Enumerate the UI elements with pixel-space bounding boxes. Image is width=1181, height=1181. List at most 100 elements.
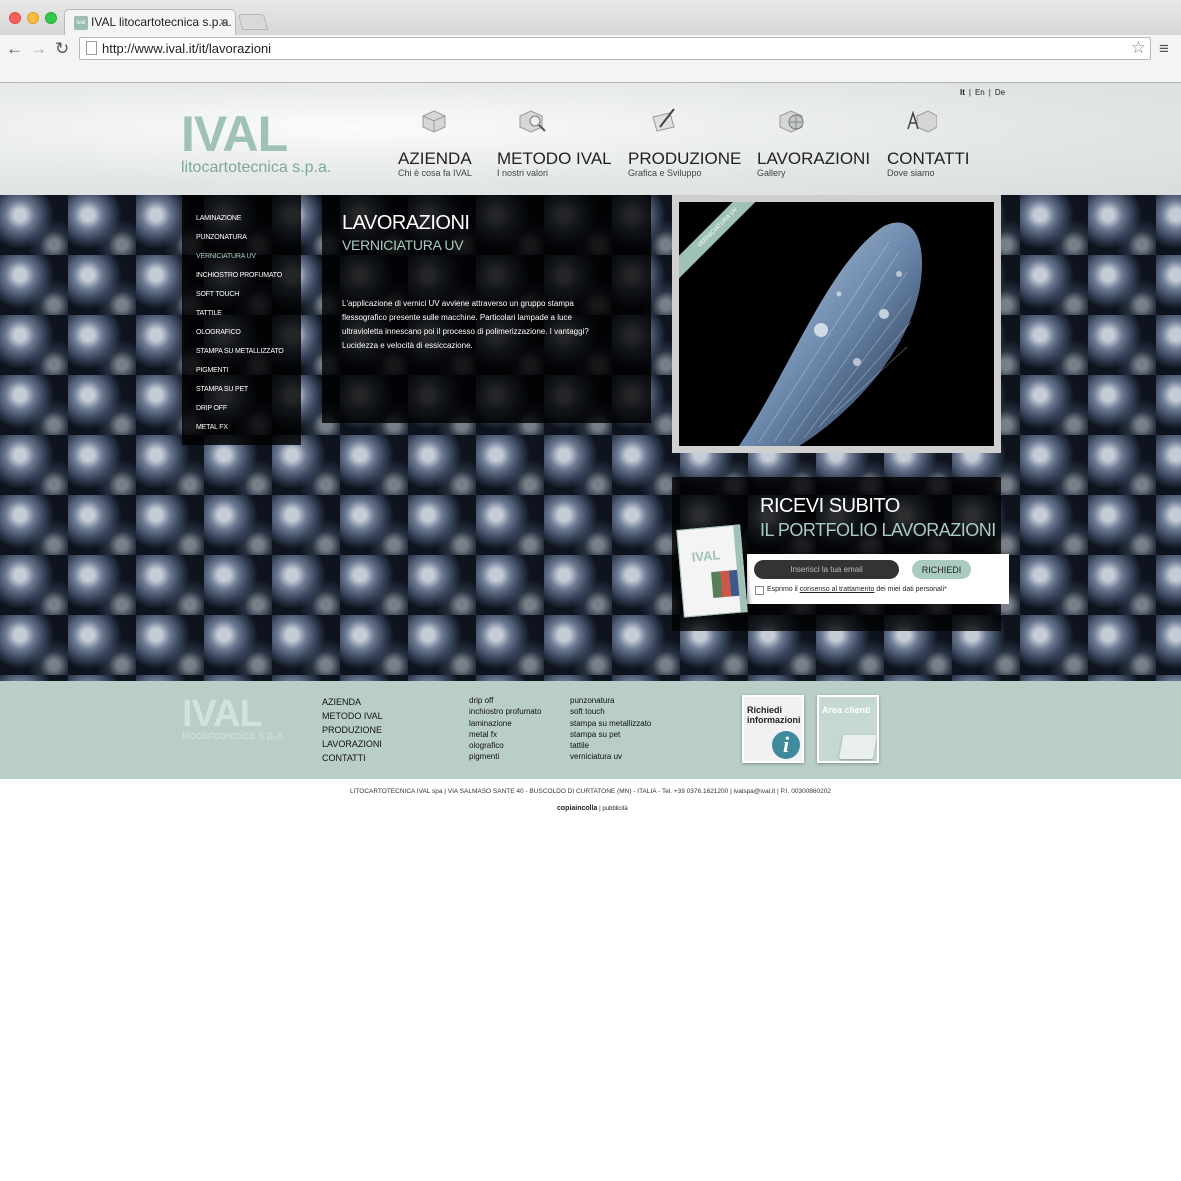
new-tab-button[interactable] [237,14,269,30]
feather-image [739,222,923,446]
reload-icon[interactable]: ↻ [55,39,69,59]
footer-link-lavorazioni[interactable]: LAVORAZIONI [322,737,383,751]
nav-contatti[interactable]: CONTATTI Dove siamo [887,107,969,178]
page-subtitle: VERNICIATURA UV [342,237,464,253]
folder-icon [838,735,878,759]
side-item-tattile[interactable]: TATTILE [182,309,301,328]
page-title: LAVORAZIONI [342,212,470,234]
side-item-soft-touch[interactable]: SOFT TOUCH [182,290,301,309]
content-panel: LAVORAZIONI VERNICIATURA UV L'applicazio… [322,195,651,423]
nav-lavorazioni-label: LAVORAZIONI [757,149,871,168]
footer-link-contatti[interactable]: CONTATTI [322,751,383,765]
photo-frame: VERNICIATURA UV [672,195,1001,453]
footer-link-inchiostro[interactable]: inchiostro profumato [469,706,541,717]
browser-titlebar: ival IVAL litocartotecnica s.p.a. × [0,0,1181,36]
consent-checkbox[interactable] [755,586,764,595]
side-item-drip-off[interactable]: DRIP OFF [182,404,301,423]
side-item-olografico[interactable]: OLOGRAFICO [182,328,301,347]
lang-separator: | [968,88,971,97]
nav-produzione-label: PRODUZIONE [628,149,742,168]
lang-en[interactable]: En [975,88,985,97]
page-icon [86,41,97,55]
close-window-button[interactable] [9,12,21,24]
credit-separator: | [599,806,601,812]
nav-azienda[interactable]: AZIENDA Chi è cosa fa IVAL [398,107,472,178]
tab-close-icon[interactable]: × [219,14,227,29]
globe-box-icon [779,110,804,133]
footer-logo[interactable]: IVAL litocartotecnica s.p.a. [182,695,285,742]
portfolio-cta: RICEVI SUBITO IL PORTFOLIO LAVORAZIONI I… [672,477,1009,631]
company-info: LITOCARTOTECNICA IVAL spa | VIA SALMASO … [349,788,831,795]
nav-metodo[interactable]: METODO IVAL I nostri valori [497,107,612,178]
letters-box-icon [907,110,938,133]
portfolio-form: RICHIEDI Esprimo il consenso al trattame… [747,554,1009,604]
footer-link-produzione[interactable]: PRODUZIONE [322,723,383,737]
footer-link-stampa-pet[interactable]: stampa su pet [570,729,651,740]
footer-link-drip-off[interactable]: drip off [469,695,541,706]
lang-separator: | [988,88,991,97]
agency-credit[interactable]: copiaincolla | pubblicità [557,805,628,812]
richiedi-informazioni-button[interactable]: Richiedi informazioni i [742,695,804,763]
side-item-metal-fx[interactable]: METAL FX [182,423,301,442]
page-description: L'applicazione di vernici UV avviene att… [342,299,589,350]
back-icon[interactable]: ← [6,39,23,59]
info-icon: i [772,731,800,759]
consent-pre: Esprimo il [767,586,798,593]
cta-title: RICEVI SUBITO [760,495,900,517]
nav-azienda-sub: Chi è cosa fa IVAL [398,168,472,178]
maximize-window-button[interactable] [45,12,57,24]
footer-logo-subtitle: litocartotecnica s.p.a. [182,730,286,742]
bookmark-star-icon[interactable]: ☆ [1131,38,1146,58]
side-item-laminazione[interactable]: LAMINAZIONE [182,214,301,233]
footer-link-stampa-metallizzato[interactable]: stampa su metallizzato [570,718,651,729]
footer-link-metodo[interactable]: METODO IVAL [322,709,383,723]
cta-subtitle: IL PORTFOLIO LAVORAZIONI [760,520,996,540]
footer-link-tattile[interactable]: tattile [570,740,651,751]
footer-link-laminazione[interactable]: laminazione [469,718,541,729]
footer-link-azienda[interactable]: AZIENDA [322,695,383,709]
credit-brand: copiaincolla [557,805,598,812]
footer-link-verniciatura[interactable]: verniciatura uv [570,751,651,762]
richiedi-button[interactable]: RICHIEDI [912,560,971,579]
side-item-punzonatura[interactable]: PUNZONATURA [182,233,301,252]
side-item-stampa-metallizzato[interactable]: STAMPA SU METALLIZZATO [182,347,301,366]
footer-link-metal-fx[interactable]: metal fx [469,729,541,740]
logo-word: IVAL [181,106,288,162]
nav-azienda-label: AZIENDA [398,149,472,168]
language-switcher: It | En | De [958,88,1007,97]
nav-contatti-sub: Dove siamo [887,168,935,178]
brochure-logo: IVAL [691,547,721,565]
side-item-stampa-pet[interactable]: STAMPA SU PET [182,385,301,404]
side-item-verniciatura-uv[interactable]: VERNICIATURA UV [182,252,301,271]
lang-it[interactable]: It [960,88,965,97]
area-clienti-label: Area clienti [822,705,871,715]
url-text[interactable]: http://www.ival.it/it/lavorazioni [102,41,271,56]
site-logo[interactable]: IVAL litocartotecnica s.p.a. [181,109,346,181]
nav-contatti-label: CONTATTI [887,149,970,168]
lang-de[interactable]: De [995,88,1005,97]
favicon-icon: ival [74,16,88,30]
email-field[interactable] [754,560,899,579]
forward-icon[interactable]: → [30,39,47,59]
side-item-inchiostro-profumato[interactable]: INCHIOSTRO PROFUMATO [182,271,301,290]
area-clienti-button[interactable]: Area clienti [817,695,879,763]
site-header: It | En | De IVAL litocartotecnica s.p.a. AZ… [0,83,1181,195]
footer-link-pigmenti[interactable]: pigmenti [469,751,541,762]
nav-lavorazioni[interactable]: LAVORAZIONI Gallery [757,107,870,178]
minimize-window-button[interactable] [27,12,39,24]
nav-produzione[interactable]: PRODUZIONE Grafica e Sviluppo [628,107,741,178]
footer-link-olografico[interactable]: olografico [469,740,541,751]
box-icon [422,110,446,133]
magnifier-box-icon [519,110,546,133]
consent-link[interactable]: consenso al trattamento [800,586,875,593]
footer-link-punzonatura[interactable]: punzonatura [570,695,651,706]
side-item-pigmenti[interactable]: PIGMENTI [182,366,301,385]
pen-paper-icon [652,108,675,132]
address-bar[interactable]: http://www.ival.it/it/lavorazioni ☆ [79,37,1151,60]
side-menu: LAMINAZIONE PUNZONATURA VERNICIATURA UV … [182,195,301,445]
browser-menu-icon[interactable]: ≡ [1159,39,1169,59]
footer-link-soft-touch[interactable]: soft touch [570,706,651,717]
nav-produzione-sub: Grafica e Sviluppo [628,168,702,178]
consent-text: Esprimo il consenso al trattamento dei m… [767,586,947,593]
browser-tab[interactable]: ival IVAL litocartotecnica s.p.a. × [64,9,236,36]
